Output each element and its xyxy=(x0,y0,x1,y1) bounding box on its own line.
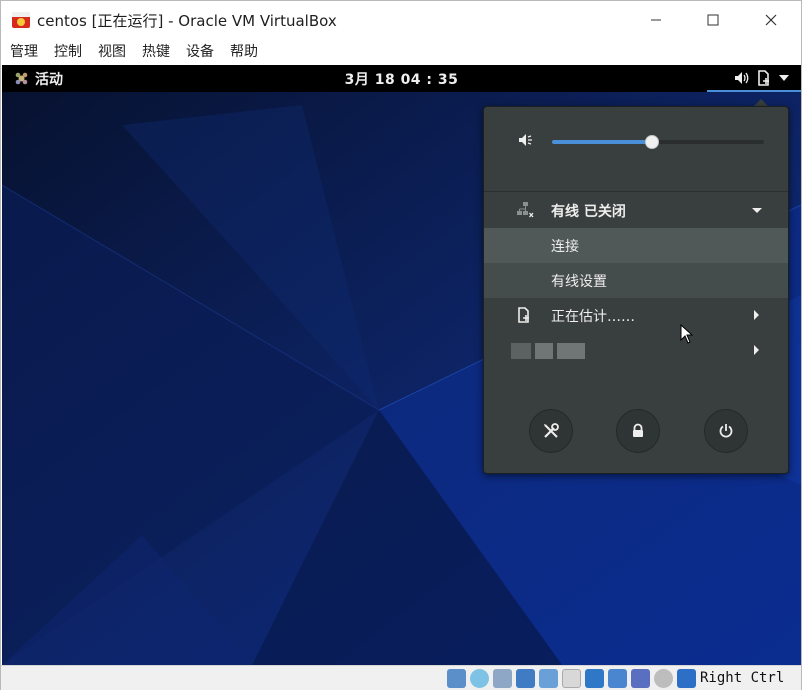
keyboard-capture-icon[interactable] xyxy=(677,669,696,688)
optical-drive-icon[interactable] xyxy=(470,669,489,688)
connect-label: 连接 xyxy=(551,239,579,255)
lock-button[interactable] xyxy=(616,409,660,453)
virtualbox-app-icon xyxy=(12,12,30,28)
system-actions xyxy=(484,407,788,455)
menu-help[interactable]: 帮助 xyxy=(230,39,258,65)
usb-icon[interactable] xyxy=(539,669,558,688)
redacted-user-name xyxy=(511,343,587,359)
power-button[interactable] xyxy=(704,409,748,453)
hard-disk-icon[interactable] xyxy=(447,669,466,688)
volume-slider-handle[interactable] xyxy=(645,135,659,149)
close-button[interactable] xyxy=(748,1,794,39)
lock-icon xyxy=(633,423,643,437)
wired-settings-item[interactable]: 有线设置 xyxy=(484,263,788,298)
battery-charging-icon xyxy=(518,307,529,323)
settings-icon xyxy=(544,423,559,438)
shared-folders-icon[interactable] xyxy=(562,669,581,688)
dropdown-arrow-icon xyxy=(779,74,789,81)
volume-slider-fill xyxy=(552,140,652,144)
menu-manage[interactable]: 管理 xyxy=(10,39,38,65)
wired-network-label: 有线 已关闭 xyxy=(551,204,626,220)
maximize-icon xyxy=(707,14,719,26)
clock[interactable]: 3月 18 04 : 35 xyxy=(2,69,801,89)
settings-button[interactable] xyxy=(529,409,573,453)
title-bar: centos [正在运行] - Oracle VM VirtualBox xyxy=(1,1,801,39)
chevron-right-icon xyxy=(754,310,759,320)
mouse-integration-icon[interactable] xyxy=(654,669,673,688)
menu-view[interactable]: 视图 xyxy=(98,39,126,65)
virtualbox-window: centos [正在运行] - Oracle VM VirtualBox 管理 … xyxy=(0,0,802,690)
chevron-right-icon xyxy=(754,345,759,355)
battery-charging-icon xyxy=(758,69,769,86)
menu-devices[interactable]: 设备 xyxy=(186,39,214,65)
wired-settings-label: 有线设置 xyxy=(551,274,607,290)
chevron-down-icon xyxy=(752,208,762,213)
volume-row xyxy=(484,127,788,157)
guest-display[interactable]: 活动 3月 18 04 : 35 有线 已关闭 连接 有线设置 正在估计…… xyxy=(2,65,801,665)
recording-icon[interactable] xyxy=(608,669,627,688)
virtualization-icon[interactable] xyxy=(631,669,650,688)
device-indicators xyxy=(447,669,700,689)
close-icon xyxy=(765,14,777,26)
network-icon[interactable] xyxy=(516,669,535,688)
system-tray[interactable] xyxy=(707,65,801,92)
display-icon[interactable] xyxy=(585,669,604,688)
connect-item[interactable]: 连接 xyxy=(484,228,788,263)
gnome-top-bar: 活动 3月 18 04 : 35 xyxy=(2,65,801,92)
maximize-button[interactable] xyxy=(690,1,736,39)
battery-status-label: 正在估计…… xyxy=(551,309,635,325)
host-key-label: Right Ctrl xyxy=(700,670,785,686)
power-icon xyxy=(719,424,733,438)
window-title: centos [正在运行] - Oracle VM VirtualBox xyxy=(37,12,337,30)
wired-network-off-icon xyxy=(517,202,534,218)
minimize-icon xyxy=(651,19,661,21)
mouse-cursor xyxy=(680,324,693,344)
user-row[interactable] xyxy=(484,333,788,368)
volume-icon xyxy=(735,71,749,84)
wired-network-row[interactable]: 有线 已关闭 xyxy=(484,193,788,228)
status-bar: Right Ctrl xyxy=(1,665,801,690)
volume-icon xyxy=(519,134,532,146)
system-menu: 有线 已关闭 连接 有线设置 正在估计…… xyxy=(483,106,789,474)
menu-bar: 管理 控制 视图 热键 设备 帮助 xyxy=(1,39,801,65)
audio-icon[interactable] xyxy=(493,669,512,688)
battery-row[interactable]: 正在估计…… xyxy=(484,298,788,333)
menu-hotkeys[interactable]: 热键 xyxy=(142,39,170,65)
minimize-button[interactable] xyxy=(633,1,679,39)
menu-control[interactable]: 控制 xyxy=(54,39,82,65)
separator xyxy=(484,191,788,192)
